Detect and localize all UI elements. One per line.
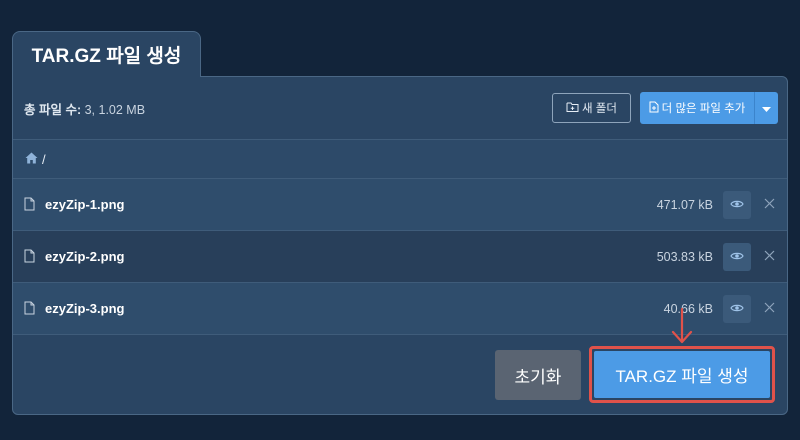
file-panel: 총 파일 수: 3, 1.02 MB 새 폴더 더 많은 파일 추가 / ezy…: [12, 76, 788, 415]
breadcrumb: /: [13, 139, 787, 178]
eye-icon: [730, 300, 744, 318]
close-icon: [764, 300, 775, 318]
eye-icon: [730, 196, 744, 214]
toolbar: 총 파일 수: 3, 1.02 MB 새 폴더 더 많은 파일 추가: [13, 77, 787, 139]
create-label: TAR.GZ 파일 생성: [615, 367, 749, 386]
remove-file-button[interactable]: [760, 196, 778, 214]
file-name: ezyZip-3.png: [45, 301, 125, 316]
home-icon[interactable]: [25, 152, 38, 167]
folder-plus-icon: [566, 101, 579, 116]
view-file-button[interactable]: [723, 295, 751, 323]
tab-create-targz[interactable]: TAR.GZ 파일 생성: [12, 31, 201, 77]
new-folder-button[interactable]: 새 폴더: [552, 93, 631, 123]
file-size: 471.07 kB: [656, 197, 713, 212]
close-icon: [764, 196, 775, 214]
file-summary: 총 파일 수: 3, 1.02 MB: [24, 99, 145, 118]
arrow-down-icon: [671, 307, 693, 350]
view-file-button[interactable]: [723, 191, 751, 219]
reset-button[interactable]: 초기화: [495, 350, 581, 400]
close-icon: [764, 248, 775, 266]
file-icon: [24, 197, 35, 216]
table-row: ezyZip-1.png 471.07 kB: [13, 178, 787, 230]
file-name: ezyZip-2.png: [45, 249, 125, 264]
remove-file-button[interactable]: [760, 248, 778, 266]
add-more-files-button[interactable]: 더 많은 파일 추가: [640, 92, 778, 124]
file-icon: [24, 301, 35, 320]
tab-title: TAR.GZ 파일 생성: [31, 46, 182, 67]
create-targz-button[interactable]: TAR.GZ 파일 생성: [594, 351, 770, 398]
reset-label: 초기화: [514, 367, 562, 387]
remove-file-button[interactable]: [760, 300, 778, 318]
create-button-highlight: TAR.GZ 파일 생성: [589, 346, 775, 403]
summary-label: 총 파일 수:: [24, 102, 82, 117]
view-file-button[interactable]: [723, 243, 751, 271]
caret-down-icon: [762, 99, 771, 117]
breadcrumb-root[interactable]: /: [42, 152, 46, 167]
add-more-files-label: 더 많은 파일 추가: [661, 103, 746, 115]
eye-icon: [730, 248, 744, 266]
add-more-files-main[interactable]: 더 많은 파일 추가: [640, 92, 754, 124]
file-size: 503.83 kB: [656, 249, 713, 264]
add-more-dropdown-toggle[interactable]: [754, 92, 778, 124]
summary-value: 3, 1.02 MB: [84, 102, 146, 117]
new-folder-label: 새 폴더: [582, 103, 617, 115]
file-name: ezyZip-1.png: [45, 197, 125, 212]
file-icon: [24, 249, 35, 268]
file-plus-icon: [649, 101, 659, 116]
table-row: ezyZip-2.png 503.83 kB: [13, 230, 787, 282]
